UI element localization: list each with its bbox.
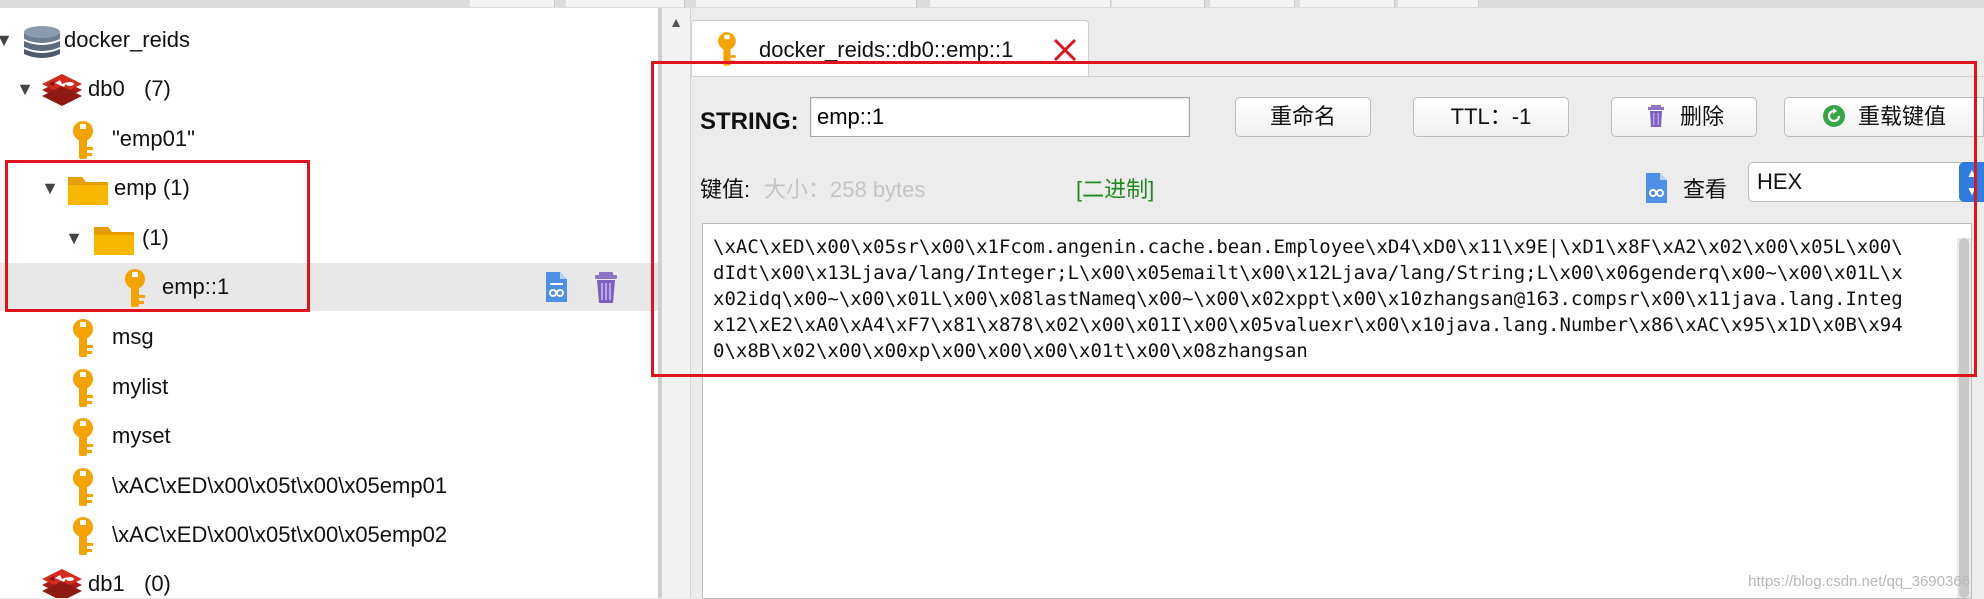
key-icon <box>73 517 93 555</box>
key-label: mylist <box>112 374 169 399</box>
connection-name: docker_reids <box>64 27 190 52</box>
key-label: \xAC\xED\x00\x05t\x00\x05emp02 <box>112 522 448 547</box>
redis-db-icon <box>42 569 82 598</box>
tree-item-connection[interactable]: ▼ docker_reids <box>0 16 658 64</box>
copy-key-icon[interactable] <box>538 269 574 305</box>
trash-icon[interactable] <box>588 269 624 305</box>
db1-count: (0) <box>144 571 171 596</box>
key-label: msg <box>112 324 154 349</box>
db0-count: (7) <box>144 76 171 101</box>
tree-item-binary-key-2[interactable]: \xAC\xED\x00\x05t\x00\x05emp02 <box>0 511 658 559</box>
expand-arrow-icon[interactable]: ▼ <box>0 16 14 64</box>
key-label: "emp01" <box>112 126 195 151</box>
close-icon[interactable] <box>1052 37 1078 63</box>
redis-db-icon <box>42 74 82 106</box>
highlight-box-detail <box>651 61 1977 377</box>
highlight-box-tree <box>5 160 310 312</box>
tree-item-binary-key-1[interactable]: \xAC\xED\x00\x05t\x00\x05emp01 <box>0 462 658 510</box>
top-strip <box>0 0 1984 8</box>
tree-item-db0[interactable]: ▼ db0 (7) <box>0 65 658 113</box>
database-server-icon <box>24 26 60 58</box>
key-icon <box>73 468 93 506</box>
key-label: myset <box>112 423 171 448</box>
key-icon <box>73 418 93 456</box>
key-label: \xAC\xED\x00\x05t\x00\x05emp01 <box>112 473 448 498</box>
tree-item-db1[interactable]: db1 (0) <box>0 560 658 598</box>
scroll-up-arrow-icon[interactable]: ▲ <box>666 12 686 32</box>
key-icon <box>73 369 93 407</box>
key-icon <box>73 121 93 159</box>
db1-label: db1 <box>88 571 125 596</box>
db0-label: db0 <box>88 76 125 101</box>
expand-arrow-icon[interactable]: ▼ <box>15 65 35 113</box>
tree-item-msg[interactable]: msg <box>0 313 658 361</box>
tree-item-emp01[interactable]: "emp01" <box>0 115 658 163</box>
tree-item-myset[interactable]: myset <box>0 412 658 460</box>
key-icon <box>73 319 93 357</box>
watermark: https://blog.csdn.net/qq_3690366 <box>1748 573 1970 590</box>
tree-item-mylist[interactable]: mylist <box>0 363 658 411</box>
